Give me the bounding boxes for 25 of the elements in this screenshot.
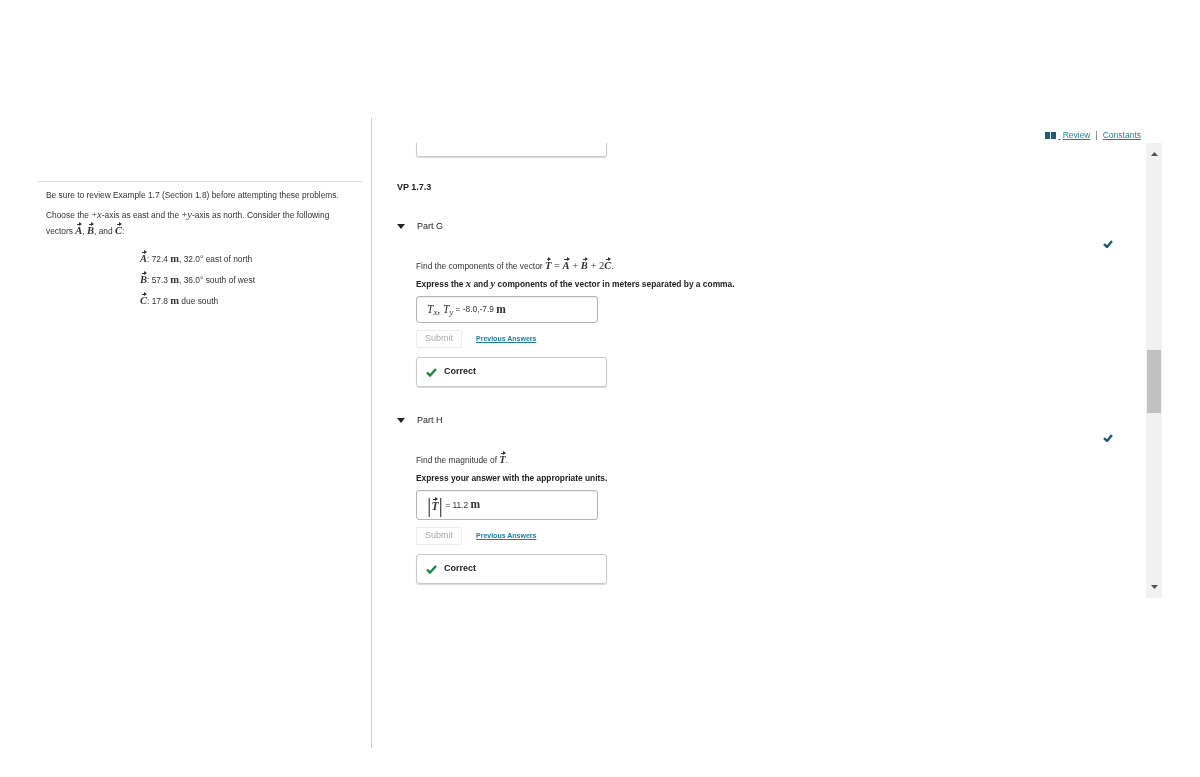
- book-icon: [1045, 131, 1057, 139]
- vector-definition: A: 72.4 m, 32.0° east of north: [140, 250, 354, 266]
- caret-down-icon[interactable]: [1150, 585, 1158, 589]
- part-header[interactable]: Part H: [397, 414, 443, 426]
- part-header[interactable]: Part G: [397, 220, 443, 232]
- caret-up-icon[interactable]: [1150, 152, 1158, 156]
- link-separator: |: [1095, 130, 1098, 140]
- section-heading: VP 1.7.3: [397, 181, 433, 193]
- feedback-text: Correct: [444, 365, 476, 379]
- check-icon: [426, 564, 437, 574]
- check-icon: [426, 367, 437, 377]
- feedback-text: Correct: [444, 562, 476, 576]
- header-link[interactable]: Review: [1045, 130, 1091, 140]
- problem-note: Be sure to review Example 1.7 (Section 1.8) before attempting these problems.: [46, 189, 340, 202]
- answer-field[interactable]: T$_{x}$, T$_{y}$ = -8.0,-7.9 m: [416, 296, 598, 323]
- vector-definition: C: 17.8 m due south: [140, 292, 354, 308]
- scrollbar[interactable]: [1146, 143, 1162, 598]
- vector-definition: B: 57.3 m, 36.0° south of west: [140, 271, 354, 287]
- scrollbar-thumb[interactable]: [1147, 350, 1161, 413]
- question-prompt: Find the magnitude of T.: [416, 451, 1146, 467]
- header-link[interactable]: Constants: [1102, 130, 1141, 140]
- answer-instruction: Express your answer with the appropriate units.: [416, 472, 609, 485]
- answer-instruction: Express the x and y components of the vector in meters separated by a comma.: [416, 277, 736, 291]
- question-prompt: Find the components of the vector T = A + B + 2C.: [416, 257, 1146, 273]
- problem-setup: Choose the +x-axis as east and the +y-axis as north. Consider the following vectors A, B, and C:: [46, 208, 331, 238]
